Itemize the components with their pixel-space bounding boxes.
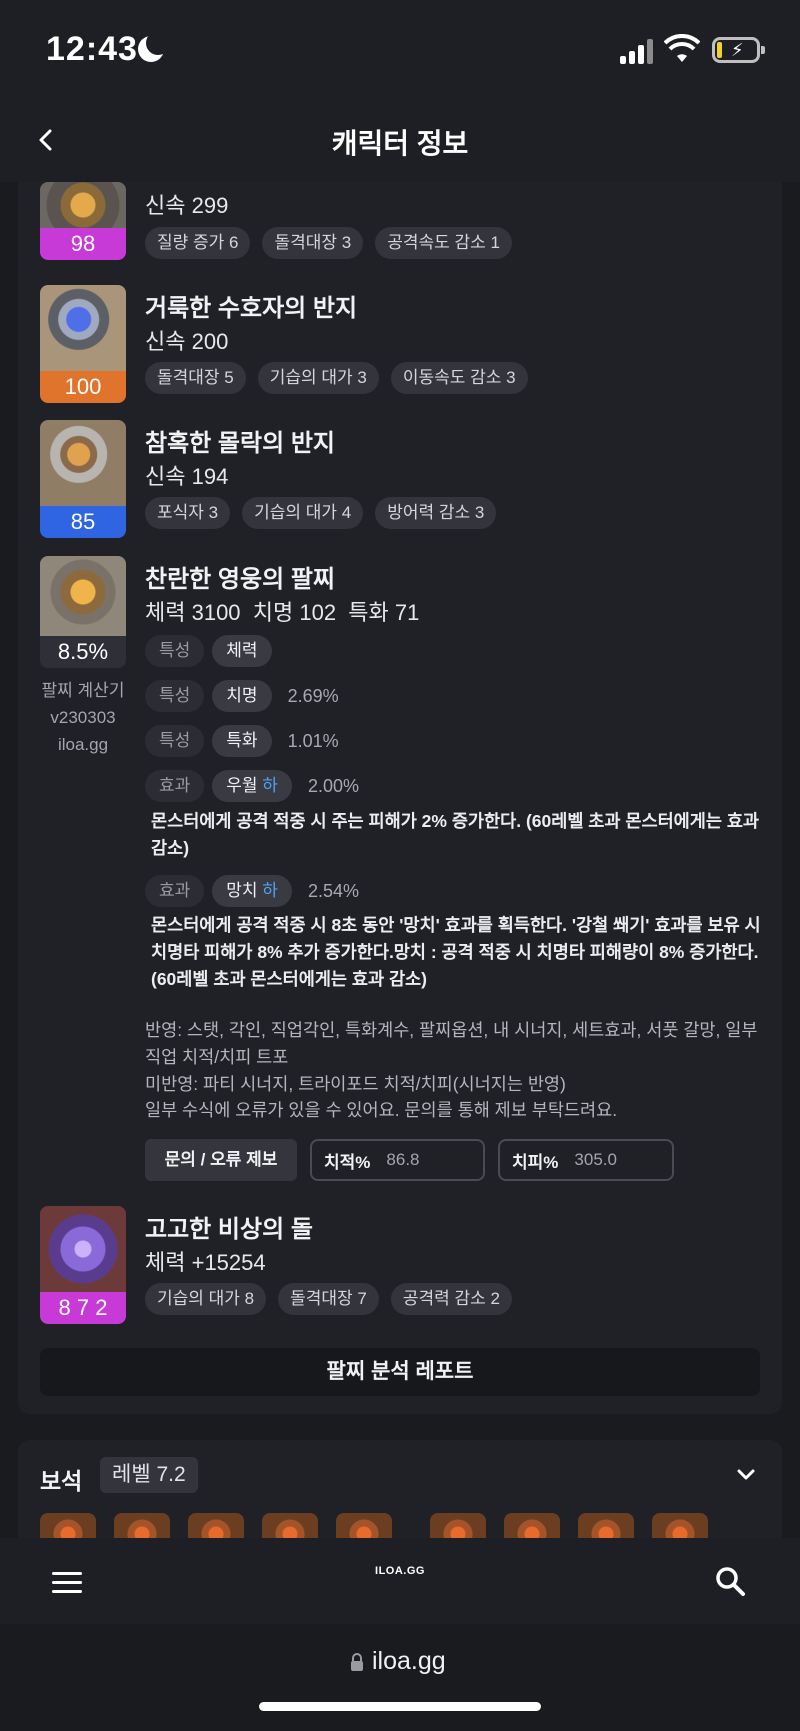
- crit-damage-label: 치피%: [512, 1152, 559, 1172]
- engraving-tag: 돌격대장 3: [262, 227, 364, 259]
- engraving-tag: 기습의 대가 4: [242, 497, 364, 529]
- effect-grade: 하: [262, 881, 278, 900]
- engraving-tag: 방어력 감소 3: [375, 497, 497, 529]
- stone-health: 체력 +15254: [145, 1250, 266, 1275]
- engraving-tags: 포식자 3 기습의 대가 4 방어력 감소 3: [145, 497, 497, 529]
- site-logo[interactable]: ILOA.GG: [0, 1565, 800, 1577]
- bottom-nav: [0, 1538, 800, 1624]
- bracelet-stats: 체력 3100 치명 102 특화 71: [145, 600, 420, 625]
- engraving-tag: 질량 증가 6: [145, 227, 251, 259]
- effect-description: 몬스터에게 공격 적중 시 8초 동안 '망치' 효과를 획득한다. '강철 쐐…: [151, 915, 761, 989]
- bracelet-option-row: 특성 치명 2.69%: [145, 680, 339, 712]
- stone-engraving-levels: 8 7 2: [40, 1292, 126, 1324]
- quality-badge: 85: [40, 506, 126, 538]
- option-type: 특성: [145, 680, 205, 712]
- search-icon[interactable]: [714, 1565, 746, 1597]
- item-stat: 신속 194: [145, 464, 229, 489]
- necklace-image: [40, 182, 126, 228]
- bracelet-option-row: 효과 우월 하 2.00%: [145, 770, 359, 802]
- bracelet-thumb[interactable]: 8.5%: [40, 556, 126, 668]
- item-name: 참혹한 몰락의 반지: [145, 430, 335, 457]
- option-percent: 2.69%: [287, 685, 339, 706]
- item-name: 찬란한 영웅의 팔찌: [145, 566, 335, 593]
- wifi-icon: [664, 34, 700, 62]
- lock-icon: [351, 1653, 363, 1671]
- engraving-tags: 질량 증가 6 돌격대장 3 공격속도 감소 1: [145, 227, 512, 259]
- engraving-tags: 돌격대장 5 기습의 대가 3 이동속도 감소 3: [145, 362, 528, 394]
- crit-damage-value: 305.0: [574, 1150, 617, 1169]
- accessory-thumb[interactable]: 98: [40, 182, 126, 260]
- ability-stone-image: [40, 1206, 126, 1292]
- browser-url-bar: [0, 1624, 800, 1731]
- engraving-tag: 돌격대장 7: [278, 1283, 379, 1315]
- engraving-tag: 기습의 대가 3: [257, 362, 379, 394]
- option-value: 특화: [212, 725, 272, 757]
- bracelet-analysis-report-button[interactable]: 팔찌 분석 레포트: [40, 1348, 760, 1396]
- option-value: 망치 하: [212, 875, 292, 907]
- bracelet-image: [40, 556, 126, 636]
- engraving-tags: 기습의 대가 8 돌격대장 7 공격력 감소 2: [145, 1283, 512, 1315]
- bracelet-percent: 8.5%: [40, 636, 126, 668]
- quality-badge: 100: [40, 371, 126, 403]
- url-text[interactable]: iloa.gg: [372, 1647, 446, 1676]
- moon-icon: [138, 31, 170, 62]
- gems-title: 보석: [40, 1468, 83, 1494]
- option-percent: 1.01%: [287, 730, 339, 751]
- battery-charging-icon: ⚡: [712, 37, 765, 63]
- option-value: 치명: [212, 680, 272, 712]
- engraving-tag: 공격력 감소 2: [390, 1283, 512, 1315]
- option-value: 우월 하: [212, 770, 292, 802]
- cellular-signal-icon: [620, 38, 654, 64]
- option-type: 특성: [145, 725, 205, 757]
- item-stat: 신속 200: [145, 329, 229, 354]
- stone-thumb[interactable]: 8 7 2: [40, 1206, 126, 1324]
- item-stat: 신속 299: [145, 193, 229, 218]
- effect-description: 몬스터에게 공격 적중 시 주는 피해가 2% 증가한다. (60레벨 초과 몬…: [151, 811, 760, 858]
- option-type: 효과: [145, 770, 205, 802]
- effect-name: 우월: [226, 776, 263, 795]
- quality-badge: 98: [40, 228, 126, 260]
- crit-damage-field[interactable]: 치피% 305.0: [498, 1139, 674, 1181]
- home-indicator[interactable]: [259, 1702, 541, 1711]
- engraving-tag: 돌격대장 5: [145, 362, 246, 394]
- engraving-tag: 기습의 대가 8: [145, 1283, 267, 1315]
- crit-rate-label: 치적%: [324, 1152, 371, 1172]
- option-type: 특성: [145, 635, 205, 667]
- calc-note-disclaimer: 일부 수식에 오류가 있을 수 있어요. 문의를 통해 제보 부탁드려요.: [145, 1100, 618, 1120]
- ring-image: [40, 420, 126, 506]
- gems-level-badge: 레벨 7.2: [100, 1457, 198, 1493]
- item-name: 고고한 비상의 돌: [145, 1216, 313, 1243]
- calc-version: v230303: [50, 708, 116, 727]
- option-percent: 2.54%: [307, 880, 359, 901]
- calc-note-not-applied: 미반영: 파티 시너지, 트라이포드 치적/치피(시너지는 반영): [145, 1074, 566, 1094]
- calc-title: 팔찌 계산기: [41, 681, 125, 700]
- ring-image: [40, 285, 126, 371]
- engraving-tag: 공격속도 감소 1: [375, 227, 512, 259]
- engraving-tag: 이동속도 감소 3: [390, 362, 528, 394]
- crit-rate-field[interactable]: 치적% 86.8: [310, 1139, 485, 1181]
- status-time: 12:43: [46, 30, 138, 68]
- calc-site: iloa.gg: [57, 735, 109, 754]
- bracelet-option-row: 특성 특화 1.01%: [145, 725, 339, 757]
- accessory-thumb[interactable]: 100: [40, 285, 126, 403]
- option-percent: 2.00%: [307, 775, 359, 796]
- bracelet-option-row: 특성 체력: [145, 635, 272, 667]
- option-type: 효과: [145, 875, 205, 907]
- effect-name: 망치: [226, 881, 263, 900]
- chevron-down-icon[interactable]: [736, 1468, 756, 1482]
- effect-grade: 하: [262, 776, 278, 795]
- report-error-button[interactable]: 문의 / 오류 제보: [145, 1139, 297, 1181]
- bracelet-calculator-label: 팔찌 계산기 v230303 iloa.gg: [38, 677, 128, 758]
- item-name: 거룩한 수호자의 반지: [145, 295, 358, 322]
- crit-rate-value: 86.8: [386, 1150, 420, 1169]
- accessory-thumb[interactable]: 85: [40, 420, 126, 538]
- engraving-tag: 포식자 3: [145, 497, 231, 529]
- option-value: 체력: [212, 635, 272, 667]
- page-title: 캐릭터 정보: [331, 128, 469, 159]
- calc-note-applied: 반영: 스탯, 각인, 직업각인, 특화계수, 팔찌옵션, 내 시너지, 세트효…: [145, 1020, 758, 1067]
- bracelet-option-row: 효과 망치 하 2.54%: [145, 875, 359, 907]
